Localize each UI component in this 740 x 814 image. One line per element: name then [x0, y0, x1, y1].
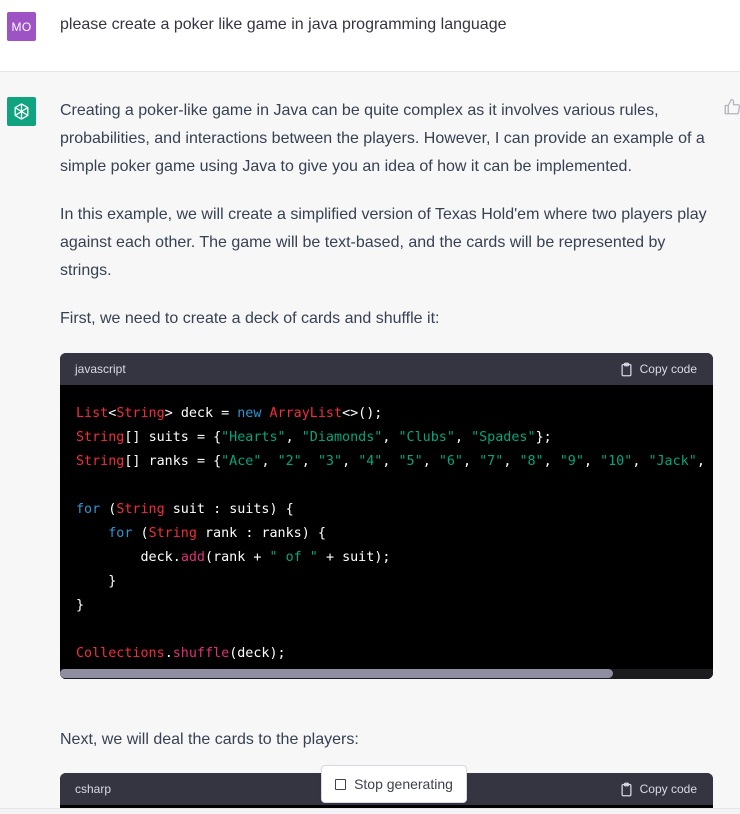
composer-edge — [0, 808, 740, 814]
copy-code-label: Copy code — [639, 782, 697, 796]
stop-generating-label: Stop generating — [354, 776, 453, 792]
code-line: } — [76, 598, 85, 613]
code-line: String[] suits = {"Hearts", "Diamonds", … — [76, 430, 552, 445]
stop-square-icon — [335, 778, 347, 790]
clipboard-icon — [621, 782, 632, 796]
scrollbar-thumb[interactable] — [60, 669, 613, 678]
code-block: javascript Copy code List<String> deck =… — [60, 353, 713, 679]
code-lines: List<String> deck = new ArrayList<>(); St… — [76, 402, 713, 666]
assistant-paragraph: In this example, we will create a simpli… — [60, 206, 707, 279]
code-block-header: javascript Copy code — [60, 353, 713, 385]
code-line: deck.add(rank + " of " + suit); — [140, 550, 391, 565]
user-avatar: MO — [7, 12, 36, 41]
code-line: for (String rank : ranks) { — [108, 526, 326, 541]
horizontal-scrollbar[interactable] — [60, 669, 713, 679]
openai-logo-icon — [7, 97, 36, 126]
user-message-row: MO please create a poker like game in ja… — [0, 0, 740, 72]
thumbs-up-icon[interactable] — [723, 98, 740, 118]
code-line: for (String suit : suits) { — [76, 502, 294, 517]
copy-code-button[interactable]: Copy code — [619, 362, 697, 377]
code-line: List<String> deck = new ArrayList<>(); — [76, 406, 383, 421]
code-line: Collections.shuffle(deck); — [76, 646, 286, 661]
assistant-paragraph: First, we need to create a deck of cards… — [60, 310, 440, 327]
copy-code-label: Copy code — [639, 362, 697, 376]
user-message-text: please create a poker like game in java … — [60, 16, 507, 33]
code-language-label: javascript — [75, 362, 126, 376]
stop-generating-button[interactable]: Stop generating — [321, 765, 467, 803]
assistant-paragraph: Next, we will deal the cards to the play… — [60, 731, 359, 748]
copy-code-button[interactable]: Copy code — [619, 782, 697, 797]
clipboard-icon — [621, 362, 632, 376]
code-content: List<String> deck = new ArrayList<>(); St… — [60, 385, 713, 679]
assistant-paragraph: Creating a poker-like game in Java can b… — [60, 102, 705, 175]
code-language-label: csharp — [75, 782, 112, 796]
code-line: } — [108, 574, 117, 589]
code-line: String[] ranks = {"Ace", "2", "3", "4", … — [76, 454, 713, 469]
